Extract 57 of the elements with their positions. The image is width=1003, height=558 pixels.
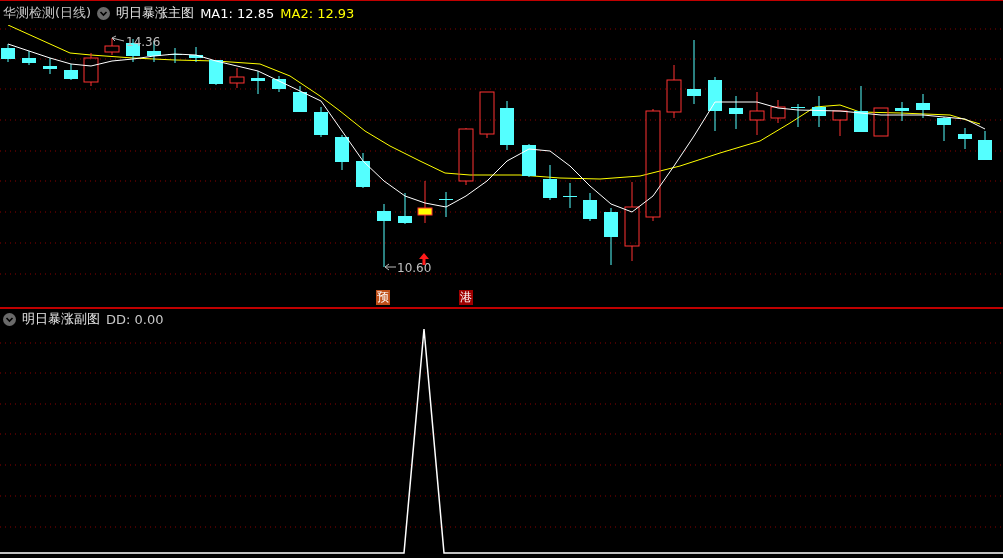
candlestick <box>356 152 370 189</box>
candlestick <box>604 207 618 266</box>
candlestick <box>189 46 203 63</box>
candlestick <box>251 70 265 95</box>
candlestick <box>749 91 765 136</box>
candlestick <box>314 106 328 138</box>
stock-title: 华测检测(日线) <box>3 4 92 22</box>
candlestick <box>770 99 786 124</box>
up-arrow-icon <box>419 253 429 265</box>
candlestick <box>666 64 682 119</box>
dropdown-icon[interactable] <box>3 312 16 326</box>
candlestick <box>83 52 99 87</box>
candlestick <box>812 95 826 128</box>
candlestick <box>1 43 15 63</box>
dd-reading: DD: 0.00 <box>106 311 164 327</box>
candlestick <box>543 164 557 201</box>
candlestick <box>563 182 577 209</box>
candlestick <box>209 59 223 86</box>
candlestick <box>43 57 57 75</box>
candlestick <box>854 85 868 133</box>
candlestick <box>458 127 474 186</box>
candlestick <box>687 39 701 105</box>
dropdown-icon[interactable] <box>97 6 111 20</box>
ma-reading: MA2: 12.93 <box>280 5 355 21</box>
candlestick <box>708 76 722 132</box>
indicator-name: 明日暴涨副图 <box>22 310 100 328</box>
candlestick <box>293 85 307 113</box>
ma-reading: MA1: 12.85 <box>200 5 275 21</box>
candlestick <box>417 180 433 224</box>
candlestick <box>500 100 514 151</box>
candlestick <box>398 192 412 225</box>
candlestick <box>895 101 909 122</box>
candlestick <box>791 103 805 128</box>
candlestick <box>978 130 992 161</box>
signal-marker: 港 <box>459 290 473 305</box>
candlestick <box>229 67 245 89</box>
candlestick <box>64 63 78 81</box>
candlestick <box>873 107 889 137</box>
candlestick <box>439 191 453 218</box>
candlestick <box>958 127 972 150</box>
signal-marker: 预 <box>376 290 390 305</box>
candlestick <box>522 143 536 178</box>
low-price-label: 10.60 <box>397 261 432 275</box>
candlestick <box>377 203 391 268</box>
indicator-name: 明日暴涨主图 <box>116 4 195 22</box>
candlestick <box>335 134 349 171</box>
candlestick <box>937 116 951 142</box>
candlestick <box>583 192 597 222</box>
low-pointer-arrow <box>384 263 397 271</box>
candlestick <box>272 75 286 93</box>
candlestick <box>22 50 36 66</box>
candlestick <box>479 91 495 139</box>
candlestick <box>104 37 120 56</box>
candlestick <box>832 110 848 137</box>
candlestick <box>729 95 743 130</box>
high-pointer-arrow <box>111 35 125 42</box>
candlestick <box>916 93 930 119</box>
